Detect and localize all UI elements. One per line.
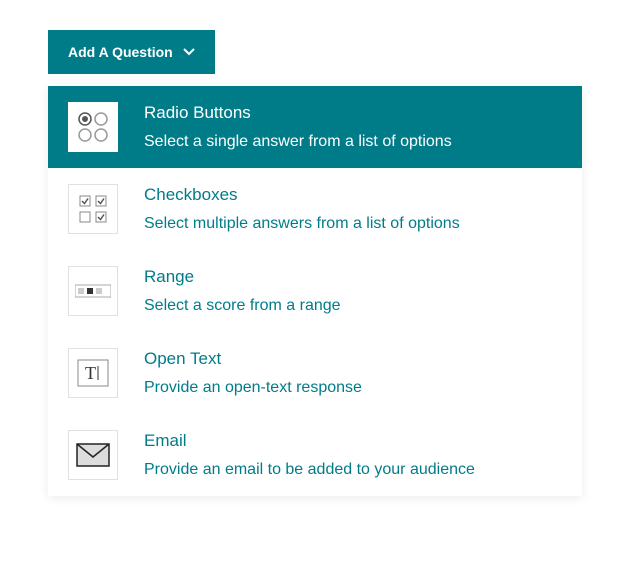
option-desc: Provide an email to be added to your aud… — [144, 461, 475, 479]
option-title: Checkboxes — [144, 185, 460, 205]
option-desc: Select multiple answers from a list of o… — [144, 215, 460, 233]
option-title: Open Text — [144, 349, 362, 369]
add-question-label: Add A Question — [68, 44, 173, 60]
checkbox-icon — [68, 184, 118, 234]
option-title: Radio Buttons — [144, 103, 452, 123]
option-range[interactable]: Range Select a score from a range — [48, 250, 582, 332]
option-checkboxes[interactable]: Checkboxes Select multiple answers from … — [48, 168, 582, 250]
option-text: Checkboxes Select multiple answers from … — [144, 185, 460, 233]
open-text-icon: T — [68, 348, 118, 398]
option-email[interactable]: Email Provide an email to be added to yo… — [48, 414, 582, 496]
add-question-button[interactable]: Add A Question — [48, 30, 215, 74]
option-desc: Provide an open-text response — [144, 379, 362, 397]
option-desc: Select a single answer from a list of op… — [144, 133, 452, 151]
svg-text:T: T — [85, 363, 96, 383]
chevron-down-icon — [183, 48, 195, 56]
question-type-dropdown: Radio Buttons Select a single answer fro… — [48, 86, 582, 496]
option-open-text[interactable]: T Open Text Provide an open-text respons… — [48, 332, 582, 414]
option-text: Open Text Provide an open-text response — [144, 349, 362, 397]
range-icon — [68, 266, 118, 316]
option-title: Email — [144, 431, 475, 451]
option-title: Range — [144, 267, 341, 287]
option-text: Email Provide an email to be added to yo… — [144, 431, 475, 479]
option-text: Radio Buttons Select a single answer fro… — [144, 103, 452, 151]
radio-icon — [68, 102, 118, 152]
option-desc: Select a score from a range — [144, 297, 341, 315]
email-icon — [68, 430, 118, 480]
option-text: Range Select a score from a range — [144, 267, 341, 315]
option-radio-buttons[interactable]: Radio Buttons Select a single answer fro… — [48, 86, 582, 168]
